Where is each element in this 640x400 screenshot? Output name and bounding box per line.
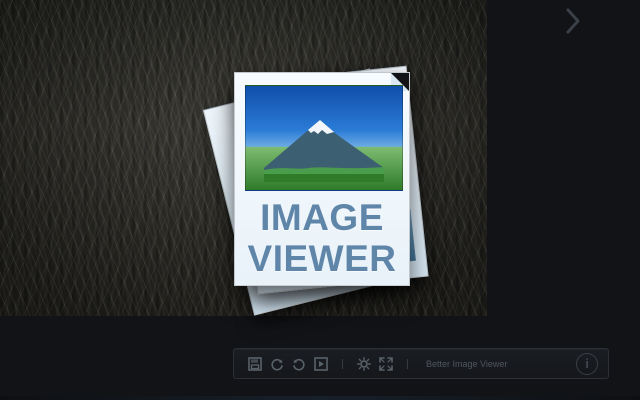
gear-icon <box>357 356 371 371</box>
chevron-right-icon <box>566 8 580 34</box>
window-bottom-edge <box>0 396 640 400</box>
rotate-left-icon <box>293 358 305 370</box>
toolbar-divider <box>342 358 343 369</box>
info-icon: i <box>585 356 589 371</box>
save-icon <box>248 356 262 371</box>
settings-button[interactable] <box>353 353 375 375</box>
rotate-right-button[interactable] <box>266 353 288 375</box>
mountain-icon <box>264 120 384 182</box>
bottom-toolbar: Better Image Viewer i <box>233 348 609 379</box>
icon-title-line2: VIEWER <box>247 238 397 279</box>
toolbar-divider-2 <box>407 358 408 369</box>
rotate-right-icon <box>271 358 283 370</box>
front-card: IMAGE VIEWER <box>234 72 410 286</box>
next-image-button[interactable] <box>558 6 588 36</box>
save-button[interactable] <box>244 353 266 375</box>
mountain-thumbnail <box>245 85 403 191</box>
image-viewer-app-icon: IMAGE VIEWER <box>202 62 440 316</box>
fullscreen-icon <box>379 356 393 371</box>
toolbar-app-name: Better Image Viewer <box>426 358 508 369</box>
fullscreen-button[interactable] <box>375 353 397 375</box>
info-button[interactable]: i <box>576 352 598 375</box>
slideshow-icon <box>314 356 328 371</box>
icon-title: IMAGE VIEWER <box>235 199 409 277</box>
icon-title-line1: IMAGE <box>260 197 384 238</box>
rotate-left-button[interactable] <box>288 353 310 375</box>
slideshow-button[interactable] <box>310 353 332 375</box>
